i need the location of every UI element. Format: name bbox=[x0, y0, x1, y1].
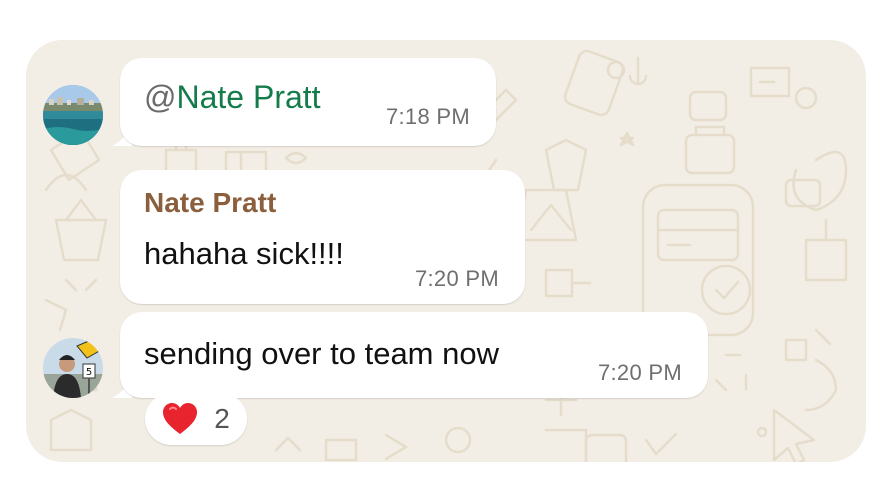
message-bubble-2[interactable]: Nate Pratt hahaha sick!!!! 7:20 PM bbox=[120, 170, 525, 304]
avatar-person-photo-icon: 5 bbox=[43, 338, 103, 398]
message-timestamp: 7:18 PM bbox=[385, 104, 470, 129]
mention-at-sign: @ bbox=[144, 79, 177, 115]
message-timestamp: 7:20 PM bbox=[597, 360, 682, 385]
reaction-count: 2 bbox=[214, 403, 230, 434]
svg-text:5: 5 bbox=[86, 367, 92, 378]
chat-panel: @Nate Pratt 7:18 PM Nate Pratt hahaha si… bbox=[26, 40, 866, 462]
message-text: hahaha sick!!!! bbox=[144, 236, 344, 271]
message-timestamp: 7:20 PM bbox=[414, 266, 499, 291]
red-heart-icon bbox=[163, 403, 198, 434]
avatar[interactable]: 5 bbox=[43, 338, 103, 398]
mention-link[interactable]: @Nate Pratt bbox=[144, 77, 321, 117]
message-bubble-3[interactable]: sending over to team now 7:20 PM bbox=[120, 312, 708, 398]
reaction-pill[interactable]: 2 bbox=[145, 393, 247, 445]
message-bubble-1[interactable]: @Nate Pratt 7:18 PM bbox=[120, 58, 496, 146]
avatar-ocean-photo-icon bbox=[43, 85, 103, 145]
mention-name: Nate Pratt bbox=[176, 79, 321, 115]
avatar[interactable] bbox=[43, 85, 103, 145]
message-text: sending over to team now bbox=[144, 336, 499, 371]
sender-name[interactable]: Nate Pratt bbox=[144, 185, 276, 221]
